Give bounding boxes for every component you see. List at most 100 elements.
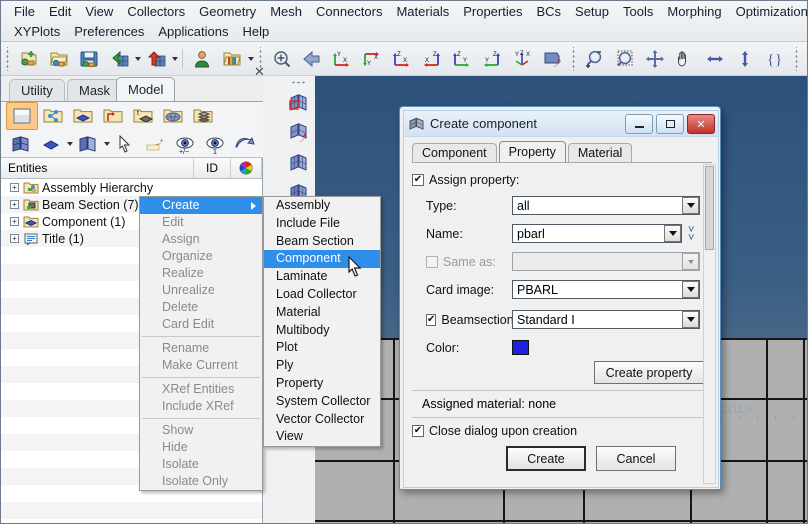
xy-view-icon[interactable]: YX bbox=[328, 45, 356, 73]
mesh-reverse-icon[interactable] bbox=[285, 118, 313, 147]
select-pointer-icon[interactable] bbox=[110, 131, 140, 157]
xz-reverse-view-icon[interactable]: ZX bbox=[418, 45, 446, 73]
menu-item-bcs[interactable]: BCs bbox=[529, 2, 568, 21]
cancel-button[interactable]: Cancel bbox=[596, 446, 676, 471]
entities-context-menu[interactable]: Create Edit Assign Organize Realize Unrealize… bbox=[139, 196, 263, 491]
tree-row[interactable]: + Beam Section (7) bbox=[1, 196, 139, 213]
vertical-toolbar-grip[interactable] bbox=[291, 78, 307, 87]
rotate-vertical-icon[interactable] bbox=[731, 45, 759, 73]
menu-item-tools[interactable]: Tools bbox=[616, 2, 660, 21]
fit-icon[interactable] bbox=[641, 45, 669, 73]
tab-property[interactable]: Property bbox=[498, 141, 566, 163]
card-image-dropdown[interactable]: PBARL bbox=[512, 280, 700, 299]
create-submenu-item-multibody[interactable]: Multibody bbox=[264, 322, 380, 340]
import-icon[interactable] bbox=[105, 45, 133, 73]
menu-item-edit[interactable]: Edit bbox=[42, 2, 78, 21]
iso-view-icon[interactable]: Y Z X bbox=[508, 45, 536, 73]
mesh-edit-icon[interactable] bbox=[285, 148, 313, 177]
save-model-icon[interactable] bbox=[75, 45, 103, 73]
tab-component[interactable]: Component bbox=[412, 143, 497, 163]
create-submenu-item-system-collector[interactable]: System Collector bbox=[264, 393, 380, 411]
tree-expander-icon[interactable]: + bbox=[10, 200, 19, 209]
open-model-icon[interactable] bbox=[45, 45, 73, 73]
tab-utility[interactable]: Utility bbox=[9, 79, 65, 103]
import-dropdown-caret[interactable] bbox=[135, 56, 141, 61]
mixed-view-icon[interactable] bbox=[73, 131, 103, 157]
pan-icon[interactable] bbox=[671, 45, 699, 73]
toolbar-grip-3[interactable] bbox=[570, 46, 577, 71]
display-one-icon[interactable]: 1 bbox=[200, 131, 230, 157]
toolbar-grip-4[interactable] bbox=[793, 46, 800, 71]
mesh-select-icon[interactable] bbox=[285, 88, 313, 117]
highlight-icon[interactable] bbox=[140, 131, 170, 157]
create-submenu-item-load-collector[interactable]: Load Collector bbox=[264, 286, 380, 304]
tab-model[interactable]: Model bbox=[116, 77, 176, 103]
menu-item-preferences[interactable]: Preferences bbox=[67, 22, 151, 41]
tree-row[interactable]: + Component (1) bbox=[1, 213, 125, 230]
yz-view-icon[interactable]: ZY bbox=[448, 45, 476, 73]
undo-view-icon[interactable] bbox=[298, 45, 326, 73]
menu-item-collectors[interactable]: Collectors bbox=[120, 2, 192, 21]
create-button[interactable]: Create bbox=[506, 446, 586, 471]
beamsection-dropdown-caret[interactable] bbox=[682, 311, 699, 328]
beamsection-checkbox[interactable]: ✔ bbox=[426, 313, 437, 326]
create-submenu-item-plot[interactable]: Plot bbox=[264, 339, 380, 357]
entities-header-name[interactable]: Entities bbox=[1, 158, 194, 178]
dialog-scrollbar[interactable] bbox=[703, 164, 716, 484]
create-submenu-item-assembly[interactable]: Assembly bbox=[264, 197, 380, 215]
create-submenu-item-view[interactable]: View bbox=[264, 428, 380, 446]
maximize-icon[interactable] bbox=[656, 114, 684, 134]
export-dropdown-caret[interactable] bbox=[172, 56, 178, 61]
mesh-icon[interactable] bbox=[158, 103, 188, 129]
load-collector-icon[interactable] bbox=[98, 103, 128, 129]
shell-view-icon[interactable] bbox=[6, 131, 36, 157]
name-dropdown[interactable]: pbarl bbox=[512, 224, 682, 243]
create-submenu-item-beam-section[interactable]: Beam Section bbox=[264, 233, 380, 251]
connector-browser-icon[interactable] bbox=[38, 103, 68, 129]
create-submenu-item-property[interactable]: Property bbox=[264, 375, 380, 393]
create-submenu-item-component[interactable]: Component bbox=[264, 250, 380, 269]
close-icon[interactable]: ✕ bbox=[687, 114, 715, 134]
name-expand-icon[interactable]: ˅ ˅ bbox=[688, 224, 694, 243]
menu-item-morphing[interactable]: Morphing bbox=[660, 2, 728, 21]
menu-item-optimization[interactable]: Optimization bbox=[729, 2, 807, 21]
create-submenu-item-material[interactable]: Material bbox=[264, 304, 380, 322]
create-submenu-item-vector-collector[interactable]: Vector Collector bbox=[264, 411, 380, 429]
entities-header-id[interactable]: ID bbox=[194, 158, 231, 178]
tab-material[interactable]: Material bbox=[567, 143, 633, 163]
minimize-icon[interactable] bbox=[625, 114, 653, 134]
menu-item-view[interactable]: View bbox=[78, 2, 120, 21]
zoom-out-icon[interactable] bbox=[611, 45, 639, 73]
rotate-horizontal-icon[interactable] bbox=[701, 45, 729, 73]
solid-browser-icon[interactable] bbox=[68, 103, 98, 129]
color-library-icon[interactable] bbox=[218, 45, 246, 73]
color-swatch[interactable] bbox=[512, 340, 529, 355]
menu-item-xyplots[interactable]: XYPlots bbox=[7, 22, 67, 41]
color-wheel-icon[interactable] bbox=[231, 158, 262, 178]
card-image-dropdown-caret[interactable] bbox=[682, 281, 699, 298]
new-session-icon[interactable] bbox=[15, 45, 43, 73]
reverse-icon[interactable] bbox=[230, 131, 260, 157]
assign-property-checkbox[interactable]: ✔ bbox=[412, 174, 424, 186]
rotate-free-icon[interactable]: { } bbox=[761, 45, 789, 73]
user-profile-icon[interactable] bbox=[188, 45, 216, 73]
set-view-icon[interactable] bbox=[538, 45, 566, 73]
zoom-in-icon[interactable] bbox=[581, 45, 609, 73]
fit-view-icon[interactable] bbox=[268, 45, 296, 73]
create-submenu-item-laminate[interactable]: Laminate bbox=[264, 268, 380, 286]
type-dropdown[interactable]: all bbox=[512, 196, 700, 215]
create-submenu[interactable]: Assembly Include File Beam Section Componen… bbox=[263, 196, 381, 448]
type-dropdown-caret[interactable] bbox=[682, 197, 699, 214]
menu-item-applications[interactable]: Applications bbox=[151, 22, 235, 41]
menu-item-materials[interactable]: Materials bbox=[389, 2, 456, 21]
close-dialog-checkbox[interactable]: ✔ bbox=[412, 425, 424, 437]
create-submenu-item-include-file[interactable]: Include File bbox=[264, 215, 380, 233]
yz-reverse-view-icon[interactable]: ZY bbox=[478, 45, 506, 73]
tree-expander-icon[interactable]: + bbox=[10, 234, 19, 243]
tree-row[interactable]: + Assembly Hierarchy bbox=[1, 179, 153, 196]
dialog-title-bar[interactable]: Create component ✕ bbox=[404, 111, 718, 137]
menu-item-setup[interactable]: Setup bbox=[568, 2, 616, 21]
create-property-button[interactable]: Create property bbox=[594, 361, 704, 384]
laminate-icon[interactable] bbox=[188, 103, 218, 129]
menu-item-connectors[interactable]: Connectors bbox=[309, 2, 389, 21]
